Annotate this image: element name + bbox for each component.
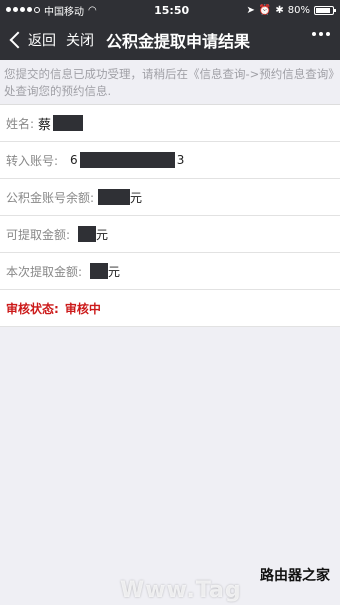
review-status-label: 审核状态:: [6, 301, 59, 316]
wifi-icon: ◠: [88, 4, 97, 16]
redacted-block: [78, 226, 97, 242]
account-suffix: 3: [176, 153, 185, 167]
result-list: 姓名: 蔡 转入账号: 6 3 公积金账号余额: 元 可提取金额: 元 本次提取…: [0, 104, 340, 327]
back-label: 返回: [28, 33, 56, 49]
field-withdrawable: 可提取金额: 元: [0, 216, 340, 253]
clock: 15:50: [154, 3, 190, 17]
back-button[interactable]: 返回: [8, 30, 56, 50]
review-status-value: 审核中: [64, 301, 101, 316]
field-label: 本次提取金额:: [6, 264, 83, 279]
site-logo: 路由器之家: [260, 568, 330, 584]
account-prefix: 6: [70, 153, 78, 167]
nav-bar: 返回 关闭 公积金提取申请结果: [0, 20, 340, 60]
unit-label: 元: [96, 227, 109, 242]
chevron-left-icon: [9, 31, 27, 49]
battery-percent: 80%: [287, 4, 310, 16]
field-label: 可提取金额:: [6, 227, 71, 242]
redacted-block: [90, 263, 109, 279]
alarm-icon: ⏰: [258, 4, 272, 16]
close-button[interactable]: 关闭: [66, 30, 94, 50]
field-name: 姓名: 蔡: [0, 105, 340, 142]
watermark: Www.Tag: [120, 578, 242, 603]
battery-icon: [314, 5, 336, 15]
location-icon: ➤: [246, 4, 255, 16]
bluetooth-icon: ✱: [275, 4, 284, 16]
field-account: 转入账号: 6 3: [0, 142, 340, 179]
page-title: 公积金提取申请结果: [106, 32, 251, 51]
status-bar: 中国移动 ◠ 15:50 ➤ ⏰ ✱ 80%: [0, 0, 340, 20]
notice-text: 您提交的信息已成功受理，请稍后在《信息查询->预约信息查询》处查询您的预约信息.: [4, 67, 335, 98]
unit-label: 元: [130, 190, 143, 205]
field-label: 转入账号:: [6, 153, 59, 168]
field-label: 姓名:: [6, 116, 35, 131]
signal-icon: [6, 7, 40, 13]
redacted-block: [79, 152, 175, 168]
redacted-block: [98, 189, 131, 205]
name-value: 蔡: [38, 117, 52, 133]
carrier-label: 中国移动: [44, 6, 84, 18]
more-icon[interactable]: [312, 32, 330, 36]
field-current-withdrawal: 本次提取金额: 元: [0, 253, 340, 290]
review-status-row: 审核状态: 审核中: [0, 290, 340, 327]
unit-label: 元: [108, 264, 121, 279]
field-balance: 公积金账号余额: 元: [0, 179, 340, 216]
field-label: 公积金账号余额:: [6, 190, 95, 205]
redacted-block: [53, 115, 84, 131]
